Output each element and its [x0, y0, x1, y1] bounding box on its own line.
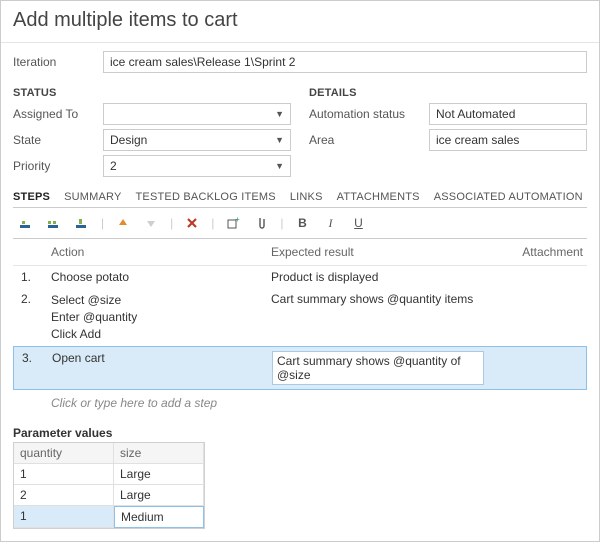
- col-attachment: Attachment: [493, 245, 583, 259]
- area-value: ice cream sales: [436, 133, 519, 147]
- col-expected: Expected result: [271, 245, 493, 259]
- step-expected-editor[interactable]: Cart summary shows @quantity of @size: [272, 351, 484, 385]
- create-shared-steps-icon[interactable]: [73, 214, 91, 232]
- param-col-size: size: [114, 443, 204, 464]
- col-action: Action: [51, 245, 271, 259]
- state-value: Design: [110, 133, 147, 147]
- assigned-to-field[interactable]: ▼: [103, 103, 291, 125]
- chevron-down-icon: ▼: [275, 161, 284, 171]
- parameter-header-row: quantity size: [14, 443, 204, 464]
- parameter-row[interactable]: 2 Large: [14, 485, 204, 506]
- toolbar-separator: |: [280, 216, 283, 230]
- tab-associated-automation[interactable]: ASSOCIATED AUTOMATION: [434, 191, 583, 203]
- add-step-placeholder[interactable]: Click or type here to add a step: [13, 390, 587, 416]
- iteration-row: Iteration ice cream sales\Release 1\Spri…: [13, 51, 587, 73]
- param-quantity: 1: [14, 506, 114, 528]
- steps-toolbar: | | | + | B I U: [13, 208, 587, 239]
- details-heading: DETAILS: [309, 87, 587, 99]
- insert-shared-step-icon[interactable]: [45, 214, 63, 232]
- details-column: DETAILS Automation status Not Automated …: [309, 77, 587, 181]
- tab-steps[interactable]: STEPS: [13, 191, 50, 203]
- step-row[interactable]: 2. Select @sizeEnter @quantityClick Add …: [13, 288, 587, 346]
- step-action: Open cart: [52, 351, 272, 365]
- insert-step-icon[interactable]: [17, 214, 35, 232]
- assigned-to-label: Assigned To: [13, 107, 103, 121]
- move-up-icon[interactable]: [114, 214, 132, 232]
- param-size-editor[interactable]: Medium: [114, 506, 204, 528]
- param-size: Large: [114, 485, 204, 506]
- italic-button[interactable]: I: [322, 214, 340, 232]
- tab-attachments[interactable]: ATTACHMENTS: [337, 191, 420, 203]
- add-parameter-icon[interactable]: +: [224, 214, 242, 232]
- delete-step-icon[interactable]: [183, 214, 201, 232]
- move-down-icon[interactable]: [142, 214, 160, 232]
- state-field[interactable]: Design ▼: [103, 129, 291, 151]
- step-number: 3.: [18, 351, 52, 365]
- step-action: Choose potato: [51, 270, 271, 284]
- step-action: Select @sizeEnter @quantityClick Add: [51, 292, 271, 342]
- svg-text:+: +: [235, 216, 240, 224]
- tab-links[interactable]: LINKS: [290, 191, 323, 203]
- param-quantity: 2: [14, 485, 114, 506]
- priority-label: Priority: [13, 159, 103, 173]
- automation-status-label: Automation status: [309, 107, 429, 121]
- toolbar-separator: |: [101, 216, 104, 230]
- form-body: Iteration ice cream sales\Release 1\Spri…: [1, 43, 599, 541]
- param-size: Large: [114, 464, 204, 485]
- step-row[interactable]: 1. Choose potato Product is displayed: [13, 266, 587, 288]
- bold-button[interactable]: B: [294, 214, 312, 232]
- chevron-down-icon: ▼: [275, 135, 284, 145]
- page-title: Add multiple items to cart: [1, 1, 599, 43]
- parameter-row-active[interactable]: 1 Medium: [14, 506, 204, 528]
- status-column: STATUS Assigned To ▼ State Design ▼: [13, 77, 291, 181]
- automation-status-field[interactable]: Not Automated: [429, 103, 587, 125]
- toolbar-separator: |: [170, 216, 173, 230]
- tab-bar: STEPS SUMMARY TESTED BACKLOG ITEMS LINKS…: [13, 191, 587, 208]
- toolbar-separator: |: [211, 216, 214, 230]
- parameter-row[interactable]: 1 Large: [14, 464, 204, 485]
- tab-summary[interactable]: SUMMARY: [64, 191, 121, 203]
- step-row-active[interactable]: 3. Open cart Cart summary shows @quantit…: [13, 346, 587, 390]
- area-label: Area: [309, 133, 429, 147]
- area-field[interactable]: ice cream sales: [429, 129, 587, 151]
- state-label: State: [13, 133, 103, 147]
- step-number: 1.: [17, 270, 51, 284]
- status-heading: STATUS: [13, 87, 291, 99]
- iteration-label: Iteration: [13, 55, 103, 69]
- iteration-field[interactable]: ice cream sales\Release 1\Sprint 2: [103, 51, 587, 73]
- form-container: Add multiple items to cart Iteration ice…: [0, 0, 600, 542]
- tab-tested-backlog[interactable]: TESTED BACKLOG ITEMS: [136, 191, 276, 203]
- step-expected: Cart summary shows @quantity items: [271, 292, 493, 306]
- status-details-columns: STATUS Assigned To ▼ State Design ▼: [13, 77, 587, 181]
- underline-button[interactable]: U: [350, 214, 368, 232]
- param-quantity: 1: [14, 464, 114, 485]
- step-expected: Product is displayed: [271, 270, 493, 284]
- priority-field[interactable]: 2 ▼: [103, 155, 291, 177]
- steps-header: Action Expected result Attachment: [13, 239, 587, 266]
- attach-icon[interactable]: [252, 214, 270, 232]
- iteration-value: ice cream sales\Release 1\Sprint 2: [110, 55, 295, 69]
- param-col-quantity: quantity: [14, 443, 114, 464]
- chevron-down-icon: ▼: [275, 109, 284, 119]
- parameter-table: quantity size 1 Large 2 Large 1 Medium: [13, 442, 205, 529]
- priority-value: 2: [110, 159, 117, 173]
- automation-status-value: Not Automated: [436, 107, 515, 121]
- parameter-values-heading: Parameter values: [13, 426, 587, 440]
- step-number: 2.: [17, 292, 51, 306]
